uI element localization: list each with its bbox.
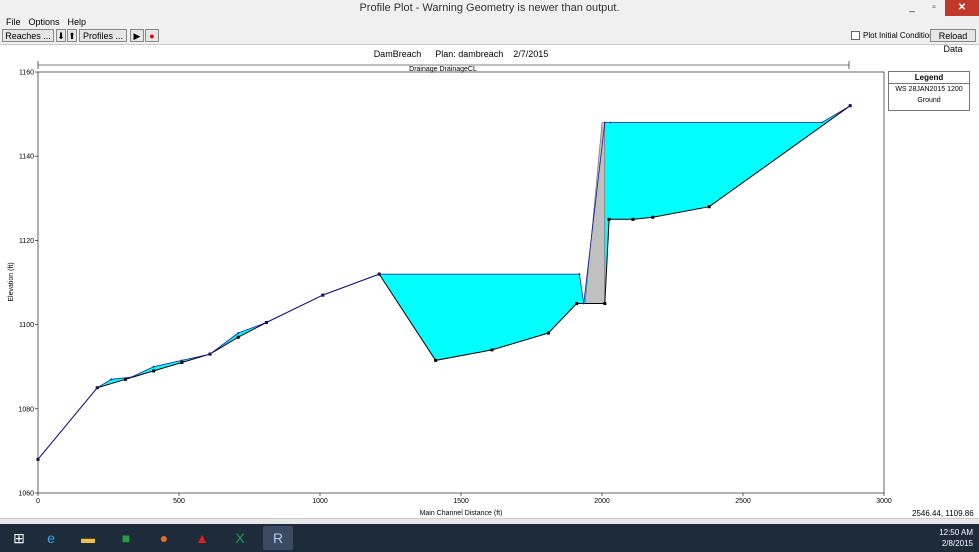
profile-plot[interactable]: DamBreach Plan: dambreach 2/7/2015 Drainag…	[0, 45, 979, 517]
ground-point-16	[631, 217, 635, 221]
reaches-button[interactable]: Reaches ...	[2, 29, 54, 42]
menu-bar: File Options Help	[0, 16, 979, 28]
move-down-icon[interactable]: ⬇	[56, 29, 66, 42]
ground-point-17	[651, 215, 655, 219]
x-tick-label-6: 3000	[876, 498, 892, 505]
reach-extent: Drainage DrainageCL	[37, 61, 850, 73]
reach-label: Drainage DrainageCL	[409, 66, 477, 73]
y-tick-label-3: 1120	[19, 238, 34, 245]
x-axis-label: Main Channel Distance (ft)	[420, 510, 503, 517]
ground-point-6	[236, 335, 240, 339]
legend-ws-entry: WS 28JAN2015 1200	[895, 86, 963, 93]
ground-point-4	[180, 360, 184, 364]
ws-point-9	[321, 294, 324, 297]
ground-point-13	[575, 302, 579, 306]
close-button[interactable]: ✕	[945, 0, 979, 16]
y-axis-label: Elevation (ft)	[8, 262, 15, 301]
y-tick-label-0: 1060	[18, 491, 34, 498]
ws-point-1	[96, 386, 99, 389]
ws-point-12	[582, 302, 585, 305]
ws-point-6	[209, 353, 211, 355]
play-icon[interactable]: ▶	[130, 29, 144, 42]
plot-initial-conditions-label: Plot Initial Conditions	[863, 31, 938, 40]
start-button-icon[interactable]: ⊞	[4, 526, 34, 550]
x-tick-label-4: 2000	[594, 498, 610, 505]
hec-ras-icon[interactable]: R	[263, 526, 293, 550]
ground-point-14	[603, 302, 607, 306]
ws-point-0	[37, 458, 39, 461]
ws-point-14	[609, 121, 612, 124]
cursor-coordinates: 2546.44, 1109.86	[912, 509, 974, 518]
menu-file[interactable]: File	[6, 16, 21, 28]
window-controls: _ ▫ ✕	[901, 0, 979, 16]
ground-point-11	[490, 348, 494, 352]
plot-initial-conditions-checkbox[interactable]: Plot Initial Conditions	[851, 31, 938, 40]
menu-options[interactable]: Options	[29, 16, 60, 28]
ws-point-2	[110, 378, 113, 381]
x-tick-label-1: 500	[173, 498, 185, 505]
window-title: Profile Plot - Warning Geometry is newer…	[359, 2, 620, 14]
ws-point-16	[849, 104, 852, 107]
ground-point-12	[546, 331, 550, 335]
legend-ground-entry: Ground	[917, 97, 941, 104]
x-axis: 0 500 1000 1500 2000 2500 3000	[36, 493, 892, 505]
ground-point-10	[434, 358, 438, 362]
plot-date: 2/7/2015	[513, 49, 548, 59]
move-up-icon[interactable]: ⬆	[67, 29, 77, 42]
window-titlebar: Profile Plot - Warning Geometry is newer…	[0, 0, 979, 17]
ws-point-13	[603, 121, 606, 124]
legend-title: Legend	[889, 72, 969, 84]
taskbar: ⊞ e ▬ ■ ● ▲ X R 12:50 AM 2/8/2015	[0, 524, 979, 552]
system-tray: 12:50 AM 2/8/2015	[939, 527, 973, 549]
plot-name: DamBreach	[374, 49, 422, 59]
menu-help[interactable]: Help	[68, 16, 87, 28]
internet-explorer-icon[interactable]: e	[36, 526, 66, 550]
ws-point-8	[265, 321, 268, 324]
ws-point-7	[237, 332, 240, 334]
plot-plan: Plan: dambreach	[435, 49, 503, 59]
ws-point-15	[821, 121, 823, 124]
checkbox-box[interactable]	[851, 31, 860, 40]
ground-point-3	[152, 369, 156, 373]
maximize-button[interactable]: ▫	[923, 0, 945, 16]
legend: Legend WS 28JAN2015 1200 Ground	[888, 71, 970, 111]
file-explorer-icon[interactable]: ▬	[73, 526, 103, 550]
profiles-button[interactable]: Profiles ...	[79, 29, 127, 42]
ground-point-18	[707, 205, 711, 209]
clock-time: 12:50 AM	[939, 528, 973, 537]
y-tick-label-4: 1140	[19, 154, 34, 161]
ws-point-10	[378, 273, 381, 275]
y-tick-label-2: 1100	[19, 322, 34, 329]
ground-point-15	[607, 217, 611, 221]
ws-point-5	[180, 359, 183, 362]
record-icon[interactable]: ●	[145, 29, 159, 42]
clock-date: 2/8/2015	[941, 539, 973, 548]
x-tick-label-2: 1000	[312, 498, 328, 505]
ws-point-4	[152, 365, 155, 368]
excel-icon[interactable]: X	[225, 526, 255, 550]
plot-header: DamBreach Plan: dambreach 2/7/2015	[374, 49, 549, 59]
minimize-button[interactable]: _	[901, 0, 923, 16]
store-icon[interactable]: ■	[111, 526, 141, 550]
ws-point-3	[130, 376, 132, 379]
y-axis: 1060 1080 1100 1120 1140 1160	[18, 70, 38, 498]
ws-point-11	[578, 273, 581, 275]
y-tick-label-1: 1080	[18, 406, 34, 413]
x-tick-label-0: 0	[36, 498, 40, 505]
firefox-icon[interactable]: ●	[149, 526, 179, 550]
toolbar: Reaches ... ⬇ ⬆ Profiles ... ▶ ● Plot In…	[0, 28, 979, 54]
y-tick-label-5: 1160	[19, 70, 34, 77]
x-tick-label-5: 2500	[735, 498, 751, 505]
x-tick-label-3: 1500	[453, 498, 469, 505]
reload-data-button[interactable]: Reload Data	[930, 29, 976, 54]
acrobat-icon[interactable]: ▲	[187, 526, 217, 550]
